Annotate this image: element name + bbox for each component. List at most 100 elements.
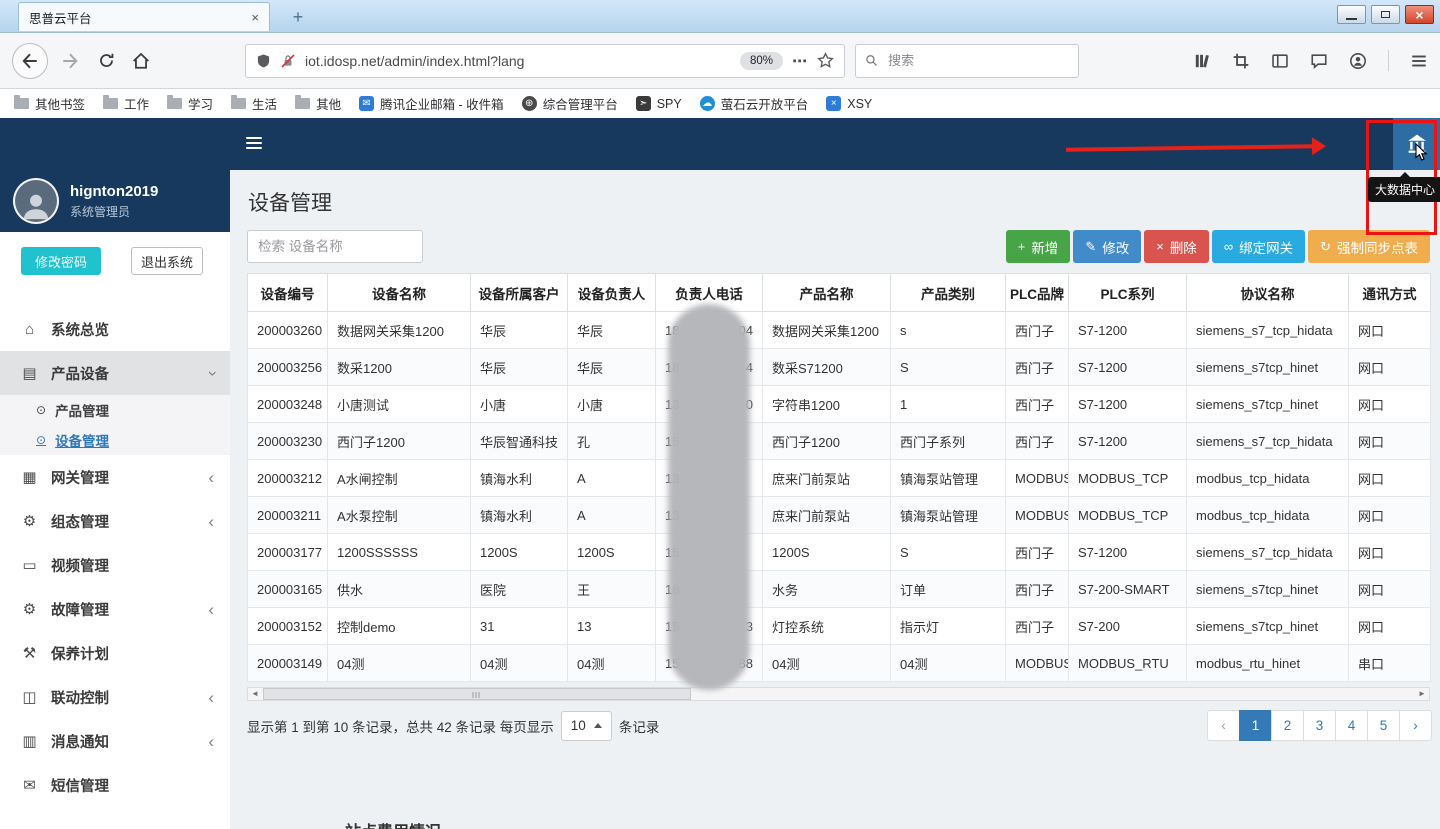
- table-row[interactable]: 200003256数采1200华辰华辰184数采S71200S西门子S7-120…: [248, 349, 1431, 386]
- bookmark-item[interactable]: ☁萤石云开放平台: [700, 94, 809, 113]
- sidebar-subitem[interactable]: ⊙产品管理: [0, 395, 230, 425]
- page-button-5[interactable]: 5: [1367, 710, 1400, 741]
- prev-page-button[interactable]: ‹: [1207, 710, 1240, 741]
- column-header[interactable]: 设备编号: [248, 274, 328, 312]
- delete-button[interactable]: ×删除: [1144, 230, 1209, 263]
- bookmark-item[interactable]: ➣SPY: [636, 96, 682, 111]
- table-row[interactable]: 200003165供水医院王18水务订单西门子S7-200-SMARTsieme…: [248, 571, 1431, 608]
- add-button[interactable]: +新增: [1006, 230, 1071, 263]
- sidebar-subitem-label: 产品管理: [55, 400, 109, 420]
- table-row[interactable]: 200003212A水闸控制镇海水利A13庶来门前泵站镇海泵站管理MODBUSM…: [248, 460, 1431, 497]
- page-actions-icon[interactable]: ⋯: [792, 52, 808, 70]
- sidebar-item-product-device[interactable]: ▤产品设备‹: [0, 351, 230, 395]
- new-tab-button[interactable]: +: [286, 6, 310, 28]
- bookmark-item[interactable]: ×XSY: [826, 96, 872, 111]
- column-header[interactable]: 设备所属客户: [471, 274, 568, 312]
- cell-owner: 13: [568, 608, 656, 645]
- bookmark-item[interactable]: 其他: [295, 94, 341, 113]
- cell-customer: 04测: [471, 645, 568, 682]
- minimize-button[interactable]: [1337, 5, 1366, 24]
- bookmark-item[interactable]: 生活: [231, 94, 277, 113]
- forward-button[interactable]: [57, 52, 83, 70]
- menu-icon[interactable]: [1410, 52, 1428, 70]
- page-button-1[interactable]: 1: [1239, 710, 1272, 741]
- sitemap-icon: ◫: [20, 688, 39, 706]
- sidebar-item-linkage[interactable]: ◫联动控制‹: [0, 675, 230, 719]
- column-header[interactable]: 设备负责人: [568, 274, 656, 312]
- column-header[interactable]: 产品类别: [891, 274, 1006, 312]
- page-button-3[interactable]: 3: [1303, 710, 1336, 741]
- sidebar-toggle-button[interactable]: [246, 137, 262, 149]
- bookmark-label: 工作: [124, 94, 149, 113]
- table-row[interactable]: 200003260数据网关采集1200华辰华辰1804数据网关采集1200s西门…: [248, 312, 1431, 349]
- device-search-input[interactable]: [247, 230, 423, 263]
- sidebar-item-maintenance[interactable]: ⚒保养计划: [0, 631, 230, 675]
- bookmark-star-icon[interactable]: [817, 52, 834, 69]
- change-password-button[interactable]: 修改密码: [21, 247, 101, 275]
- sidebar-item-config[interactable]: ⚙组态管理‹: [0, 499, 230, 543]
- browser-tab[interactable]: 思普云平台 ×: [18, 2, 270, 31]
- bookmark-item[interactable]: 工作: [103, 94, 149, 113]
- page-size-select[interactable]: 10: [561, 711, 612, 741]
- cell-name: 数采1200: [328, 349, 471, 386]
- bookmark-item[interactable]: 其他书签: [14, 94, 85, 113]
- cell-owner: 华辰: [568, 312, 656, 349]
- browser-toolbar: iot.idosp.net/admin/index.html?lang 80% …: [0, 33, 1440, 89]
- table-row[interactable]: 20000314904测04测04测158804测04测MODBUSMODBUS…: [248, 645, 1431, 682]
- sidebar-subitem[interactable]: ⊙设备管理: [0, 425, 230, 455]
- table-row[interactable]: 200003230西门子1200华辰智通科技孔15西门子1200西门子系列西门子…: [248, 423, 1431, 460]
- cell-customer: 华辰智通科技: [471, 423, 568, 460]
- scrollbar-thumb[interactable]: [263, 688, 691, 700]
- table-row[interactable]: 200003152控制demo3113153灯控系统指示灯西门子S7-200si…: [248, 608, 1431, 645]
- table-row[interactable]: 2000031771200SSSSSS1200S1200S151200SS西门子…: [248, 534, 1431, 571]
- page-button-2[interactable]: 2: [1271, 710, 1304, 741]
- edit-button[interactable]: ✎修改: [1073, 230, 1141, 263]
- sidebar-item-label: 系统总览: [51, 319, 109, 340]
- scroll-left-icon[interactable]: ◄: [248, 690, 262, 698]
- home-button[interactable]: [127, 52, 155, 70]
- column-header[interactable]: PLC品牌: [1006, 274, 1069, 312]
- library-icon[interactable]: [1193, 52, 1211, 70]
- sidebar-item-sms[interactable]: ✉短信管理: [0, 763, 230, 807]
- sidebar-item-video[interactable]: ▭视频管理: [0, 543, 230, 587]
- url-bar[interactable]: iot.idosp.net/admin/index.html?lang 80% …: [245, 44, 845, 78]
- account-icon[interactable]: [1349, 52, 1367, 70]
- table-row[interactable]: 200003248小唐测试小唐小唐130字符串12001西门子S7-1200si…: [248, 386, 1431, 423]
- logout-button[interactable]: 退出系统: [131, 247, 203, 275]
- back-button[interactable]: [12, 43, 48, 79]
- bookmark-item[interactable]: ⊕综合管理平台: [522, 94, 618, 113]
- next-page-button[interactable]: ›: [1399, 710, 1432, 741]
- bookmark-item[interactable]: ✉腾讯企业邮箱 - 收件箱: [359, 94, 504, 113]
- column-header[interactable]: PLC系列: [1069, 274, 1187, 312]
- sidebar-item-fault[interactable]: ⚙故障管理‹: [0, 587, 230, 631]
- sidebar-item-message[interactable]: ▥消息通知‹: [0, 719, 230, 763]
- table-row[interactable]: 200003211A水泵控制镇海水利A13庶来门前泵站镇海泵站管理MODBUSM…: [248, 497, 1431, 534]
- sidebar-item-overview[interactable]: ⌂系统总览: [0, 307, 230, 351]
- bind-gateway-button[interactable]: ∞绑定网关: [1212, 230, 1305, 263]
- sidebar-item-gateway[interactable]: ▦网关管理‹: [0, 455, 230, 499]
- close-button[interactable]: ×: [1405, 5, 1434, 24]
- column-header[interactable]: 通讯方式: [1349, 274, 1431, 312]
- scroll-right-icon[interactable]: ►: [1415, 690, 1429, 698]
- reload-button[interactable]: [92, 52, 120, 69]
- column-header[interactable]: 设备名称: [328, 274, 471, 312]
- sidebar-item-label: 保养计划: [51, 643, 109, 664]
- column-header[interactable]: 协议名称: [1187, 274, 1349, 312]
- browser-search-input[interactable]: [886, 52, 1069, 69]
- restore-button[interactable]: [1371, 5, 1400, 24]
- browser-search-bar[interactable]: [855, 44, 1079, 78]
- horizontal-scrollbar[interactable]: ◄ ►: [247, 687, 1430, 701]
- crop-icon[interactable]: [1232, 52, 1250, 70]
- bookmark-item[interactable]: 学习: [167, 94, 213, 113]
- cell-comm: 串口: [1349, 645, 1431, 682]
- plus-icon: +: [1018, 240, 1026, 253]
- folder-icon: [231, 98, 246, 109]
- cell-owner: 王: [568, 571, 656, 608]
- page-button-4[interactable]: 4: [1335, 710, 1368, 741]
- column-header[interactable]: 产品名称: [763, 274, 891, 312]
- zoom-indicator[interactable]: 80%: [740, 52, 783, 70]
- cell-plc_brand: 西门子: [1006, 571, 1069, 608]
- sidebar-toggle-icon[interactable]: [1271, 52, 1289, 70]
- tab-close-icon[interactable]: ×: [251, 11, 259, 24]
- chat-icon[interactable]: [1310, 52, 1328, 70]
